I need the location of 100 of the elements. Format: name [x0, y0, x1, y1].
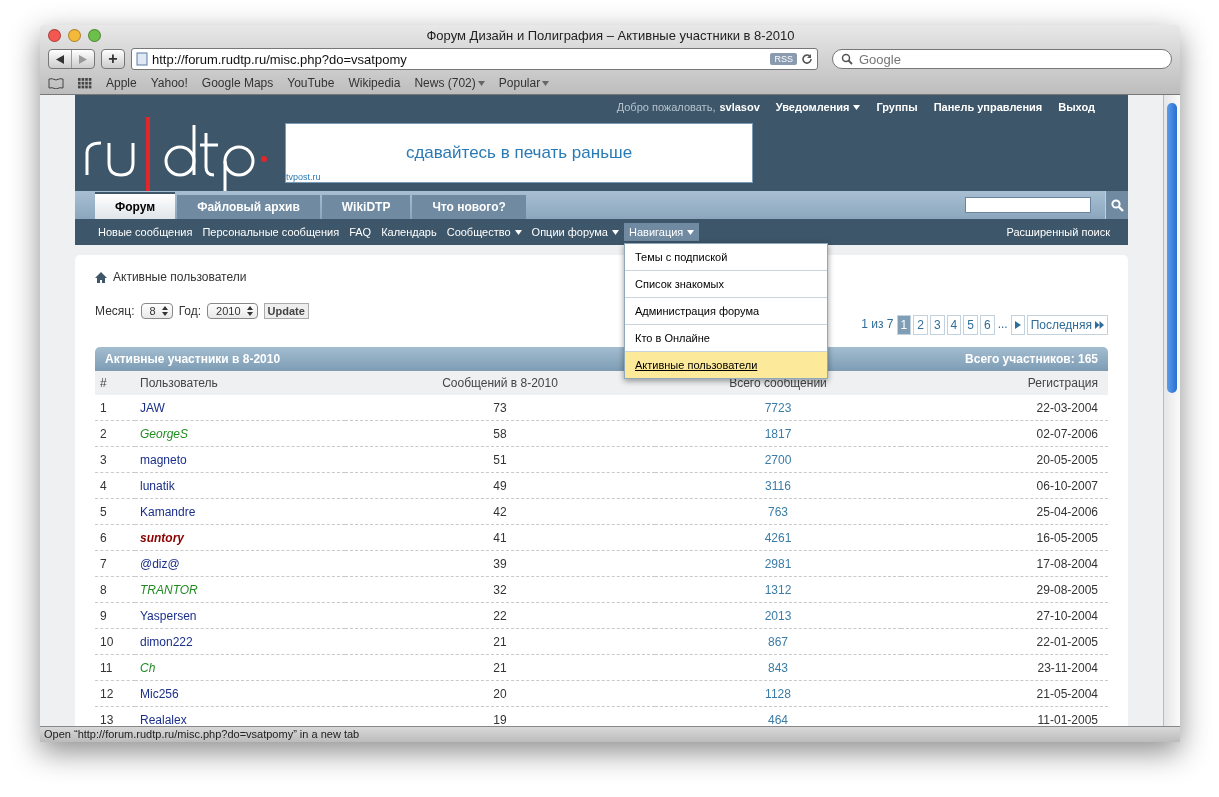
- zoom-button[interactable]: [88, 29, 101, 42]
- page-link[interactable]: 4: [946, 315, 962, 335]
- nav-tab[interactable]: Файловый архив: [177, 195, 320, 219]
- table-cell: 22-01-2005: [901, 629, 1108, 655]
- post-count-link[interactable]: 843: [655, 655, 901, 681]
- page-link[interactable]: 2: [913, 315, 928, 335]
- double-arrow-icon: [1095, 321, 1104, 329]
- table-cell: 02-07-2006: [901, 421, 1108, 447]
- search-button[interactable]: [1105, 191, 1128, 219]
- menu-item[interactable]: Активные пользователи: [625, 352, 827, 378]
- bookmark[interactable]: Yahoo!: [150, 76, 188, 90]
- menu-item[interactable]: Список знакомых: [625, 271, 827, 298]
- bookmark[interactable]: Apple: [106, 76, 137, 90]
- username-link[interactable]: dimon222: [135, 629, 345, 655]
- stepper-icon: [246, 306, 253, 316]
- close-button[interactable]: [48, 29, 61, 42]
- post-count-link[interactable]: 2013: [655, 603, 901, 629]
- username-link[interactable]: svlasov: [719, 101, 760, 113]
- page-link[interactable]: 6: [979, 315, 995, 335]
- month-select[interactable]: 8: [140, 303, 173, 319]
- post-count-link[interactable]: 2700: [655, 447, 901, 473]
- post-count-link[interactable]: 1817: [655, 421, 901, 447]
- username-link[interactable]: GeorgeS: [135, 421, 345, 447]
- column-header: Сообщений в 8-2010: [345, 371, 655, 395]
- scroll-thumb[interactable]: [1167, 103, 1177, 393]
- subnav-link[interactable]: FAQ: [344, 223, 377, 241]
- subnav-link[interactable]: Опции форума: [526, 223, 624, 241]
- post-count-link[interactable]: 7723: [655, 395, 901, 421]
- post-count-link[interactable]: 867: [655, 629, 901, 655]
- menu-item[interactable]: Кто в Онлайне: [625, 325, 827, 352]
- update-button[interactable]: Update: [263, 303, 309, 319]
- username-link[interactable]: TRANTOR: [135, 577, 345, 603]
- post-count-link[interactable]: 1312: [655, 577, 901, 603]
- table-cell: 20-05-2005: [901, 447, 1108, 473]
- table-cell: 4: [95, 473, 135, 499]
- header-link[interactable]: Уведомления: [775, 101, 861, 113]
- table-cell: 58: [345, 421, 655, 447]
- bookmark[interactable]: Popular: [498, 76, 550, 90]
- advanced-search-link[interactable]: Расширенный поиск: [1006, 226, 1120, 238]
- grid-icon[interactable]: [78, 77, 92, 89]
- page-link[interactable]: 3: [929, 315, 945, 335]
- table-cell: 8: [95, 577, 135, 603]
- username-link[interactable]: suntory: [135, 525, 345, 551]
- header-link[interactable]: Выход: [1058, 101, 1095, 113]
- nav-tab[interactable]: WikiDTP: [321, 195, 411, 219]
- username-link[interactable]: @diz@: [135, 551, 345, 577]
- username-link[interactable]: Ch: [135, 655, 345, 681]
- search-icon: [1110, 198, 1124, 212]
- subnav-link[interactable]: Новые сообщения: [93, 223, 198, 241]
- year-select[interactable]: 2010: [207, 303, 258, 319]
- table-cell: 7: [95, 551, 135, 577]
- ad-banner[interactable]: сдавайтесь в печать раньше tvpost.ru: [285, 123, 753, 183]
- next-page-button[interactable]: [1010, 315, 1025, 335]
- subnav-link[interactable]: Персональные сообщения: [197, 223, 345, 241]
- username-link[interactable]: Yaspersen: [135, 603, 345, 629]
- table-cell: 49: [345, 473, 655, 499]
- table-cell: 20: [345, 681, 655, 707]
- search-input[interactable]: Google: [859, 51, 1163, 67]
- address-field[interactable]: http://forum.rudtp.ru/misc.php?do=vsatpomy RSS: [131, 48, 818, 70]
- post-count-link[interactable]: 2981: [655, 551, 901, 577]
- table-cell: 22-03-2004: [901, 395, 1108, 421]
- nav-tab[interactable]: Что нового?: [412, 195, 526, 219]
- username-link[interactable]: lunatik: [135, 473, 345, 499]
- table-cell: 41: [345, 525, 655, 551]
- page-link[interactable]: 5: [963, 315, 978, 335]
- page-info: 1 из 7: [860, 316, 895, 333]
- username-link[interactable]: Mic256: [135, 681, 345, 707]
- username-link[interactable]: Kamandre: [135, 499, 345, 525]
- table-cell: 21-05-2004: [901, 681, 1108, 707]
- header-link[interactable]: Панель управления: [933, 101, 1043, 113]
- minimize-button[interactable]: [68, 29, 81, 42]
- bookmark[interactable]: News (702): [414, 76, 485, 90]
- post-count-link[interactable]: 4261: [655, 525, 901, 551]
- bookmark[interactable]: Wikipedia: [348, 76, 401, 90]
- search-field[interactable]: Google: [832, 49, 1172, 69]
- username-link[interactable]: JAW: [135, 395, 345, 421]
- username-link[interactable]: magneto: [135, 447, 345, 473]
- post-count-link[interactable]: 763: [655, 499, 901, 525]
- stepper-icon: [161, 306, 168, 316]
- post-count-link[interactable]: 3116: [655, 473, 901, 499]
- header-link[interactable]: Группы: [876, 101, 918, 113]
- table-cell: 21: [345, 655, 655, 681]
- table-title: Активные участники в 8-2010: [105, 352, 281, 366]
- bookmark[interactable]: YouTube: [287, 76, 335, 90]
- forum-search-field[interactable]: [965, 197, 1091, 213]
- subnav-link[interactable]: Календарь: [376, 223, 442, 241]
- reload-icon[interactable]: [801, 53, 813, 65]
- bookmark[interactable]: Google Maps: [201, 76, 274, 90]
- table-cell: 25-04-2006: [901, 499, 1108, 525]
- post-count-link[interactable]: 1128: [655, 681, 901, 707]
- add-bookmark-button[interactable]: +: [101, 49, 125, 69]
- nav-tab[interactable]: Форум: [95, 192, 176, 219]
- home-icon[interactable]: [95, 271, 107, 283]
- subnav-link[interactable]: Сообщество: [441, 223, 527, 241]
- table-cell: 5: [95, 499, 135, 525]
- menu-item[interactable]: Администрация форума: [625, 298, 827, 325]
- menu-item[interactable]: Темы с подпиской: [625, 244, 827, 271]
- scrollbar[interactable]: [1163, 95, 1180, 726]
- last-page-link[interactable]: Последняя: [1026, 315, 1108, 335]
- book-icon[interactable]: [48, 77, 64, 89]
